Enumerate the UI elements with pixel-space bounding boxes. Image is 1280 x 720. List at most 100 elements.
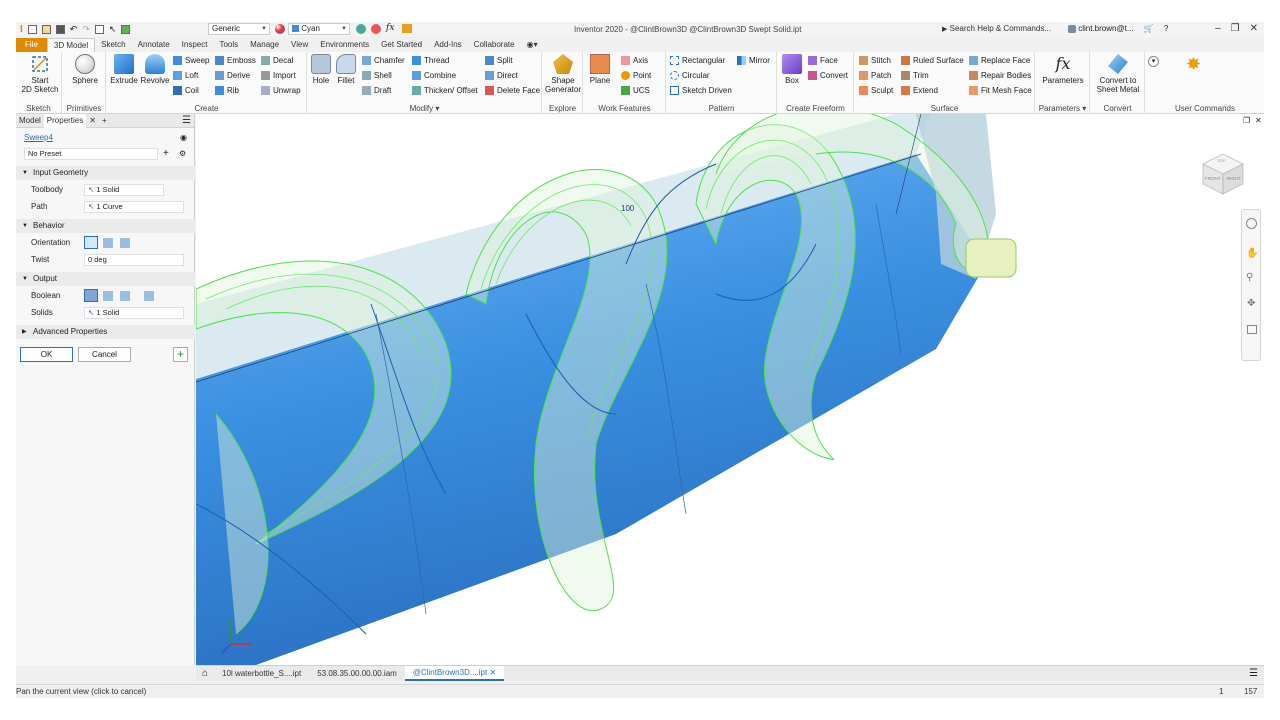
panel-label-modify[interactable]: Modify ▾ (308, 104, 541, 113)
patch-button[interactable]: Patch (859, 69, 891, 82)
tab-model[interactable]: Model (16, 114, 44, 128)
tab-file[interactable]: File (16, 38, 47, 52)
user-account[interactable]: clint.brown@t... 🛒 ? (1068, 24, 1168, 33)
dimension-value[interactable]: 100 (621, 204, 634, 213)
tab-get-started[interactable]: Get Started (375, 38, 428, 52)
trim-button[interactable]: Trim (901, 69, 929, 82)
restore-icon[interactable]: ❐ (1231, 23, 1240, 34)
select-icon[interactable]: ↖ (109, 24, 117, 35)
convert-to-sheet-metal-button[interactable]: Convert to Sheet Metal (1093, 54, 1143, 94)
repair-bodies-button[interactable]: Repair Bodies (969, 69, 1031, 82)
add-tab-icon[interactable]: + (99, 114, 110, 128)
open-icon[interactable] (41, 25, 51, 34)
mirror-button[interactable]: Mirror (737, 54, 770, 67)
preset-settings-icon[interactable]: ⚙ (179, 147, 186, 161)
parameters-button[interactable]: fx Parameters (1038, 54, 1088, 85)
user-command-star-icon[interactable]: ✸ (1186, 54, 1201, 75)
appearance-combo[interactable]: Generic ▼ (208, 23, 270, 35)
box-button[interactable]: Box (779, 54, 805, 85)
direct-button[interactable]: Direct (485, 69, 518, 82)
close-icon[interactable]: ✕ (1250, 23, 1258, 34)
orientation-parallel-icon[interactable] (103, 238, 113, 248)
combine-button[interactable]: Combine (412, 69, 456, 82)
rib-button[interactable]: Rib (215, 84, 239, 97)
fit-mesh-face-button[interactable]: Fit Mesh Face (969, 84, 1032, 97)
rectangular-pattern-button[interactable]: Rectangular (670, 54, 725, 67)
properties-icon[interactable] (94, 25, 104, 34)
boolean-join-icon[interactable] (84, 289, 98, 302)
menu-icon[interactable]: ☰ (179, 114, 194, 128)
convert-freeform-button[interactable]: Convert (808, 69, 848, 82)
orientation-path-icon[interactable] (84, 236, 98, 249)
steering-wheel-icon[interactable] (1246, 218, 1257, 229)
boolean-intersect-icon[interactable] (120, 291, 130, 301)
orientation-guide-icon[interactable] (120, 238, 130, 248)
tab-inspect[interactable]: Inspect (176, 38, 214, 52)
path-selector[interactable]: ↖ 1 Curve (84, 201, 184, 213)
hole-button[interactable]: Hole (309, 54, 333, 85)
orbit-icon[interactable]: ✥ (1247, 298, 1255, 309)
home-icon[interactable]: ⌂ (196, 668, 214, 679)
coil-button[interactable]: Coil (173, 84, 199, 97)
clear-appearance-icon[interactable] (371, 24, 381, 34)
ribbon-options-icon[interactable]: ▾ (1148, 56, 1159, 67)
fillet-button[interactable]: Fillet (334, 54, 358, 85)
emboss-button[interactable]: Emboss (215, 54, 256, 67)
close-icon[interactable]: ✕ (489, 668, 496, 677)
section-advanced-properties[interactable]: ▶ Advanced Properties (16, 325, 195, 339)
tab-collaborate[interactable]: Collaborate (468, 38, 521, 52)
section-input-geometry[interactable]: ▼ Input Geometry (16, 166, 195, 180)
fx-icon[interactable]: fx (386, 23, 394, 33)
sphere-button[interactable]: Sphere (67, 54, 103, 85)
view-cube-right[interactable]: RIGHT (1227, 176, 1241, 181)
graphics-viewport[interactable]: 100 TOP FRONT RIGHT ❐ ✕ ✋ ⚲ ✥ (196, 114, 1264, 665)
profile-selector[interactable]: ↖ 1 Solid (84, 184, 164, 196)
viewport-close-icon[interactable]: ✕ (1255, 116, 1262, 125)
color-combo[interactable]: Cyan ▼ (288, 23, 350, 35)
add-preset-icon[interactable]: + (163, 147, 169, 161)
zoom-icon[interactable]: ⚲ (1246, 272, 1253, 283)
tab-view[interactable]: View (285, 38, 314, 52)
revolve-button[interactable]: Revolve (139, 54, 171, 85)
cancel-button[interactable]: Cancel (78, 347, 131, 362)
view-cube-top[interactable]: TOP (1217, 158, 1225, 163)
close-icon[interactable]: ✕ (86, 114, 99, 128)
feature-name-link[interactable]: Sweep4 (24, 131, 53, 145)
cart-icon[interactable]: 🛒 (1144, 24, 1154, 33)
axis-button[interactable]: Axis (621, 54, 648, 67)
sketch-driven-pattern-button[interactable]: Sketch Driven (670, 84, 732, 97)
sweep-button[interactable]: Sweep (173, 54, 209, 67)
adjust-icon[interactable] (356, 24, 366, 34)
sculpt-button[interactable]: Sculpt (859, 84, 893, 97)
new-icon[interactable] (27, 25, 37, 34)
document-menu-icon[interactable]: ☰ (1249, 668, 1264, 679)
look-at-icon[interactable] (1247, 325, 1257, 334)
panel-label-parameters[interactable]: Parameters ▾ (1036, 104, 1089, 113)
extend-button[interactable]: Extend (901, 84, 938, 97)
twist-input[interactable]: 0 deg (84, 254, 184, 266)
boolean-new-solid-icon[interactable] (144, 291, 154, 301)
doc-tab-waterbottle[interactable]: 10l waterbottle_S....ipt (214, 669, 309, 678)
search-input[interactable]: ▶ Search Help & Commands... (942, 24, 1060, 35)
thread-button[interactable]: Thread (412, 54, 449, 67)
minimize-icon[interactable]: – (1215, 23, 1221, 34)
thicken-offset-button[interactable]: Thicken/ Offset (412, 84, 478, 97)
apply-plus-button[interactable]: + (173, 347, 188, 362)
loft-button[interactable]: Loft (173, 69, 198, 82)
draft-button[interactable]: Draft (362, 84, 391, 97)
import-button[interactable]: Import (261, 69, 296, 82)
tab-tools[interactable]: Tools (213, 38, 244, 52)
viewport-restore-icon[interactable]: ❐ (1243, 116, 1250, 125)
boolean-cut-icon[interactable] (103, 291, 113, 301)
tab-properties[interactable]: Properties (43, 113, 87, 128)
tab-environments[interactable]: Environments (314, 38, 375, 52)
customize-icon[interactable] (402, 24, 412, 33)
face-button[interactable]: Face (808, 54, 838, 67)
inventor-logo-icon[interactable]: I (20, 24, 23, 35)
save-icon[interactable] (55, 25, 65, 34)
undo-icon[interactable]: ↶ (70, 24, 78, 35)
ok-button[interactable]: OK (20, 347, 73, 362)
doc-tab-swept-solid[interactable]: @ClintBrown3D....ipt ✕ (404, 666, 505, 681)
material-icon[interactable] (121, 25, 131, 34)
ucs-button[interactable]: UCS (621, 84, 650, 97)
